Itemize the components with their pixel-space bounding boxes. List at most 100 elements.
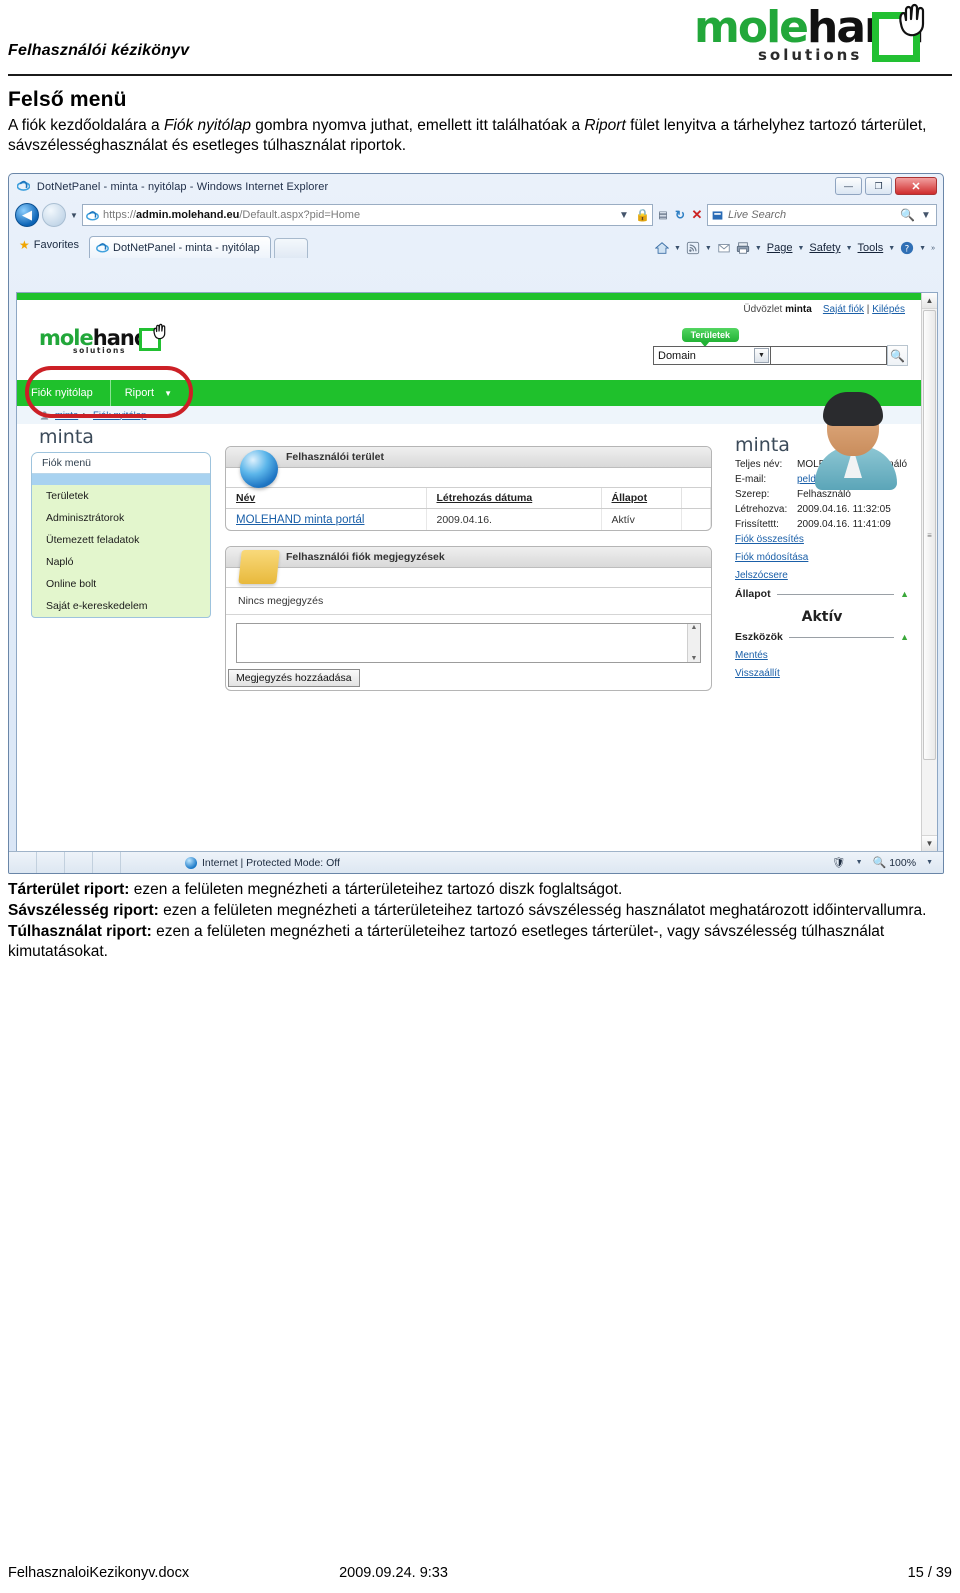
tooltip-areas: Területek xyxy=(681,328,739,347)
close-button[interactable]: ✕ xyxy=(895,177,937,195)
breadcrumb: minta ▸ Fiók nyitólap xyxy=(17,406,921,424)
footer-page-number: 15 / 39 xyxy=(907,1565,952,1581)
back-button[interactable]: ◀ xyxy=(15,203,39,227)
address-bar[interactable]: https://admin.molehand.eu/Default.aspx?p… xyxy=(82,204,653,226)
link-my-account[interactable]: Saját fiók xyxy=(823,304,864,315)
print-chevron-down-icon[interactable]: ▼ xyxy=(755,245,762,252)
account-menu-item-adminisztratorok[interactable]: Adminisztrátorok xyxy=(32,507,210,529)
link-fiok-modositasa[interactable]: Fiók módosítása xyxy=(735,552,808,563)
privacy-chevron-down-icon[interactable]: ▼ xyxy=(856,859,863,866)
compatibility-view-icon[interactable]: ▤ xyxy=(656,210,670,221)
help-chevron-down-icon[interactable]: ▼ xyxy=(919,245,926,252)
link-mentes[interactable]: Mentés xyxy=(735,650,768,661)
avatar-hair xyxy=(823,392,883,426)
intro-paragraph: A fiók kezdőoldalára a Fiók nyitólap gom… xyxy=(8,116,950,156)
notes-textarea[interactable]: ▲ ▼ xyxy=(236,623,701,663)
home-chevron-down-icon[interactable]: ▼ xyxy=(674,245,681,252)
menu-tools[interactable]: Tools xyxy=(858,242,884,254)
header-divider xyxy=(8,74,952,76)
scroll-down-icon[interactable]: ▼ xyxy=(691,655,698,662)
new-tab-button[interactable] xyxy=(273,238,308,258)
sphere-shape xyxy=(240,450,278,488)
security-zone-text: Internet | Protected Mode: Off xyxy=(202,856,340,869)
search-bar[interactable]: Live Search 🔍 ▼ xyxy=(707,204,937,226)
window-controls: — ❐ ✕ xyxy=(835,177,937,195)
site-search-input[interactable] xyxy=(771,346,887,365)
scrollbar-up-button[interactable]: ▲ xyxy=(922,293,937,309)
safety-chevron-down-icon[interactable]: ▼ xyxy=(846,245,853,252)
scrollbar-thumb[interactable]: ≡ xyxy=(923,310,936,760)
panel-user-area-header: Felhasználói terület xyxy=(226,447,711,468)
zoom-chevron-down-icon[interactable]: ▼ xyxy=(926,859,933,866)
scrollbar-down-button[interactable]: ▼ xyxy=(922,835,937,851)
privacy-report-icon[interactable]: 🛡 xyxy=(832,856,845,869)
favorites-button[interactable]: ★ Favorites xyxy=(15,234,87,255)
ie-logo-icon xyxy=(17,180,30,191)
help-icon[interactable]: ? xyxy=(900,241,914,255)
report-descriptions: Tárterület riport: ezen a felületen megn… xyxy=(8,880,938,963)
stop-icon[interactable]: ✕ xyxy=(690,207,704,223)
col-letrehozas-datuma[interactable]: Létrehozás dátuma xyxy=(426,488,602,509)
search-icon[interactable]: 🔍 xyxy=(900,208,915,222)
search-chevron-down-icon[interactable]: ▼ xyxy=(919,210,933,221)
link-logout[interactable]: Kilépés xyxy=(872,304,905,315)
search-type-select[interactable]: Domain ▼ xyxy=(653,346,771,365)
link-fiok-osszesites[interactable]: Fiók összesítés xyxy=(735,534,804,545)
collapse-allapot-icon[interactable]: ▲ xyxy=(900,589,909,599)
page-scrollbar-vertical[interactable]: ▲ ≡ ▼ xyxy=(921,293,937,851)
feeds-chevron-down-icon[interactable]: ▼ xyxy=(705,245,712,252)
account-menu-item-teruletek[interactable]: Területek xyxy=(32,485,210,507)
link-visszaallit[interactable]: Visszaállít xyxy=(735,668,780,679)
print-icon[interactable] xyxy=(736,241,750,255)
page-title: Felső menü xyxy=(8,88,127,111)
menu-safety[interactable]: Safety xyxy=(809,242,840,254)
site-logo[interactable]: molehand solutions xyxy=(39,323,171,362)
notes-textarea-scrollbar[interactable]: ▲ ▼ xyxy=(687,624,700,662)
account-menu-item-online-bolt[interactable]: Online bolt xyxy=(32,573,210,595)
site-search-button[interactable]: 🔍 xyxy=(887,345,908,366)
nav-tab-riport[interactable]: Riport ▼ xyxy=(109,380,186,406)
value-letrehozva: 2009.04.16. 11:32:05 xyxy=(797,504,891,515)
recent-pages-chevron-down-icon[interactable]: ▼ xyxy=(69,211,79,220)
security-zone-indicator[interactable]: Internet | Protected Mode: Off xyxy=(185,856,340,869)
col-allapot[interactable]: Állapot xyxy=(601,488,682,509)
zoom-control[interactable]: 🔍 100% xyxy=(873,856,917,870)
nav-tab-fiok-nyitolap[interactable]: Fiók nyitólap xyxy=(17,380,107,406)
overflow-chevrons-icon[interactable]: » xyxy=(931,245,935,252)
breadcrumb-item-minta[interactable]: minta xyxy=(55,410,78,421)
link-molehand-minta-portal[interactable]: MOLEHAND minta portál xyxy=(236,514,364,526)
account-menu-item-utemezett-feladatok[interactable]: Ütemezett feladatok xyxy=(32,529,210,551)
scroll-up-icon[interactable]: ▲ xyxy=(691,624,698,631)
collapse-eszkozok-icon[interactable]: ▲ xyxy=(900,632,909,642)
feeds-icon[interactable] xyxy=(686,241,700,255)
page-viewport: molehand solutions Üdvözlet minta Saját … xyxy=(16,292,938,852)
home-icon[interactable] xyxy=(654,241,669,255)
browser-tab-active[interactable]: DotNetPanel - minta - nyitólap xyxy=(89,236,271,258)
minimize-button[interactable]: — xyxy=(835,177,862,195)
favorites-label: Favorites xyxy=(33,238,80,251)
page-favicon-icon xyxy=(86,210,99,221)
search-input[interactable]: Live Search xyxy=(728,209,896,221)
page-chevron-down-icon[interactable]: ▼ xyxy=(797,245,804,252)
account-menu-item-sajat-e-kereskedelem[interactable]: Saját e-kereskedelem xyxy=(32,595,210,617)
address-bar-url[interactable]: https://admin.molehand.eu/Default.aspx?p… xyxy=(103,209,613,221)
search-type-chevron-down-icon[interactable]: ▼ xyxy=(754,348,769,363)
riport-chevron-down-icon[interactable]: ▼ xyxy=(164,389,172,398)
add-note-button[interactable]: Megjegyzés hozzáadása xyxy=(228,669,360,687)
menu-page[interactable]: Page xyxy=(767,242,793,254)
account-menu-item-naplo[interactable]: Napló xyxy=(32,551,210,573)
mail-icon[interactable] xyxy=(717,241,731,255)
nav-tab-riport-label: Riport xyxy=(124,387,155,399)
refresh-icon[interactable]: ↻ xyxy=(673,208,687,222)
description-tarterulet-riport: Tárterület riport: ezen a felületen megn… xyxy=(8,880,938,900)
col-nev[interactable]: Név xyxy=(226,488,427,509)
label-teljes-nev: Teljes név: xyxy=(735,459,783,470)
link-jelszocsere[interactable]: Jelszócsere xyxy=(735,570,788,581)
address-dropdown-chevron-down-icon[interactable]: ▼ xyxy=(617,210,631,221)
maximize-button[interactable]: ❐ xyxy=(865,177,892,195)
breadcrumb-item-fiok-nyitolap[interactable]: Fiók nyitólap xyxy=(93,410,146,421)
panel-user-area: Felhasználói terület Név Létrehozás dátu… xyxy=(225,446,712,531)
tools-chevron-down-icon[interactable]: ▼ xyxy=(888,245,895,252)
welcome-prefix: Üdvözlet xyxy=(743,304,786,315)
forward-button[interactable] xyxy=(42,203,66,227)
